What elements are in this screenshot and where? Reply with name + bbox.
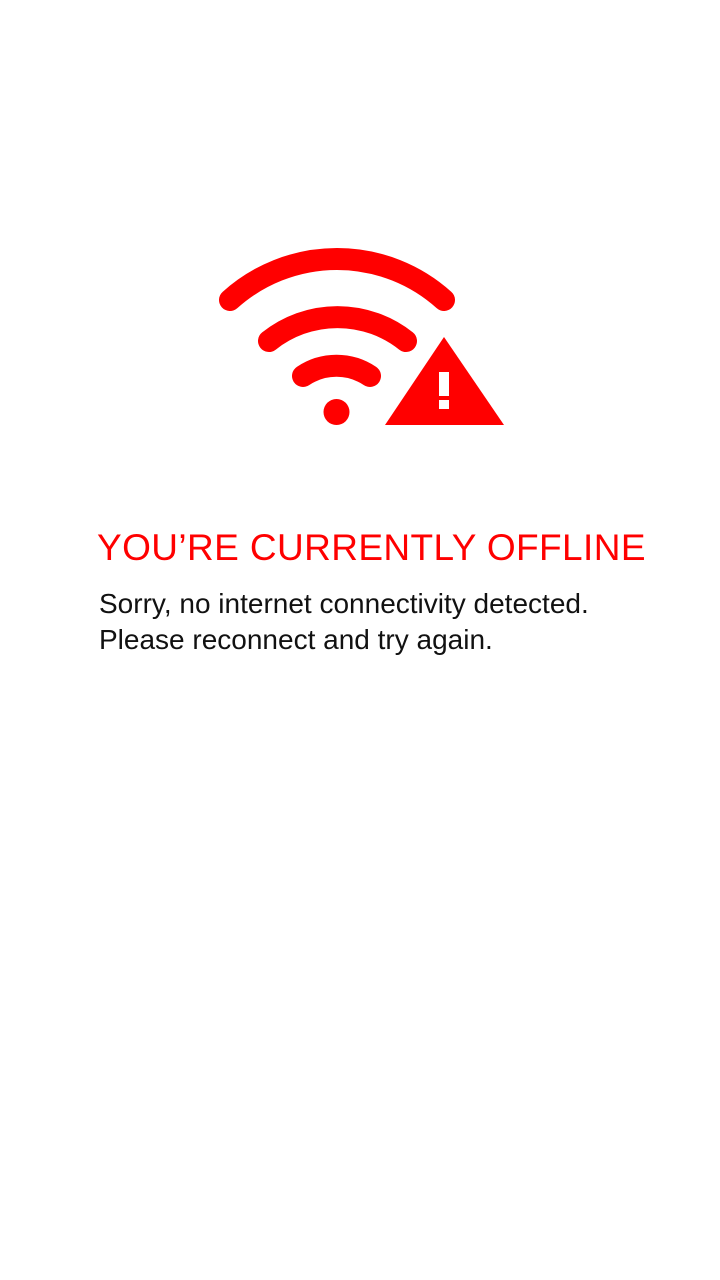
wifi-arc-middle xyxy=(258,306,417,352)
wifi-arc-inner xyxy=(292,354,381,387)
wifi-warning-icon xyxy=(219,248,504,425)
warning-exclamation-bar xyxy=(439,372,449,396)
wifi-arc-outer xyxy=(219,248,455,311)
wifi-icon xyxy=(219,248,455,387)
offline-message-line-2: Please reconnect and try again. xyxy=(99,624,493,655)
offline-title: YOU’RE CURRENTLY OFFLINE xyxy=(97,527,646,568)
offline-message-line-1: Sorry, no internet connectivity detected… xyxy=(99,588,589,619)
offline-message: Sorry, no internet connectivity detected… xyxy=(99,586,699,658)
offline-screen: YOU’RE CURRENTLY OFFLINE Sorry, no inter… xyxy=(0,0,720,1280)
wifi-dot xyxy=(323,399,350,425)
warning-exclamation-dot xyxy=(439,400,449,409)
